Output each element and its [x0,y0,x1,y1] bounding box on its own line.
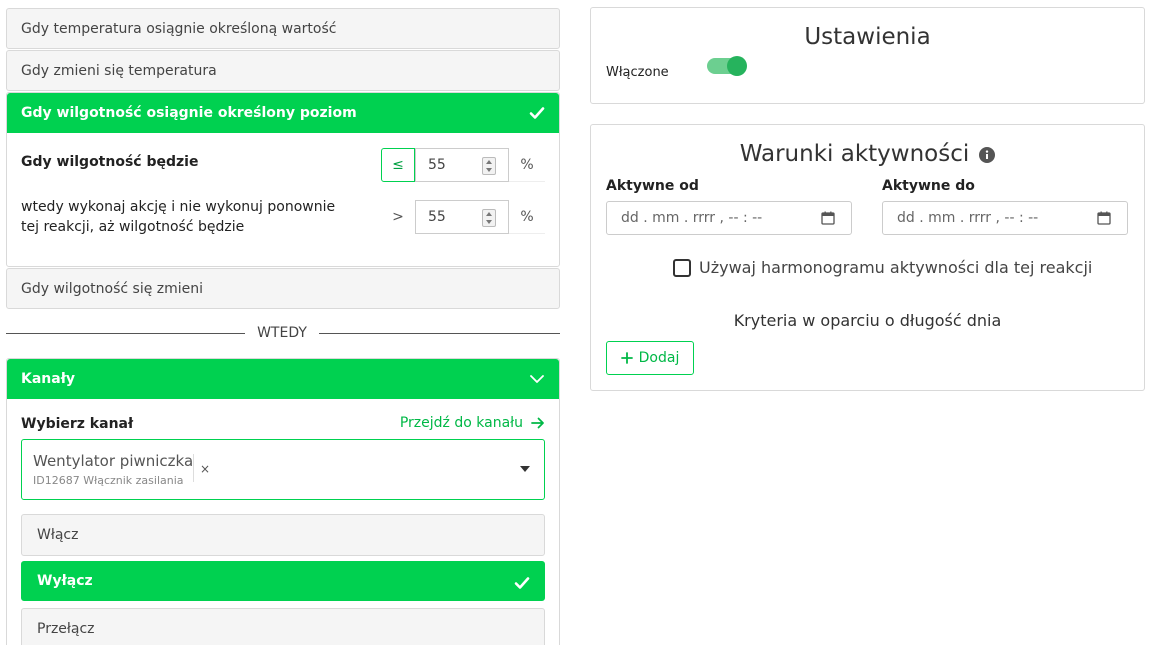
humidity-when-input[interactable]: 55 [415,148,509,182]
condition-label: Gdy temperatura osiągnie określoną warto… [21,21,337,37]
calendar-icon[interactable] [821,211,835,225]
condition-label: Gdy wilgotność osiągnie określony poziom [21,105,357,121]
condition-humidity-reaches: Gdy wilgotność osiągnie określony poziom… [6,92,560,267]
arrow-right-icon [531,417,544,429]
action-option-off[interactable]: Wyłącz [21,561,545,601]
humidity-then-input[interactable]: 55 [415,200,509,234]
activity-title-row: Warunki aktywności [591,141,1144,167]
schedule-checkbox[interactable] [673,258,691,277]
action-option-toggle[interactable]: Przełącz [21,608,545,645]
check-icon [514,577,530,589]
action-label: Wyłącz [37,573,93,589]
operator-select[interactable]: ≤ [381,148,415,182]
action-label: Przełącz [37,621,95,637]
unit-label: % [509,200,545,234]
calendar-icon[interactable] [1097,211,1111,225]
input-value: 55 [428,209,446,225]
humidity-then-group: > 55 % [381,200,545,234]
add-criteria-button[interactable]: Dodaj [606,341,694,375]
channel-name: Wentylator piwniczka [33,452,194,470]
humidity-when-label: Gdy wilgotność będzie [21,154,199,170]
date-placeholder: dd . mm . rrrr , -- : -- [621,210,763,226]
action-label: Włącz [37,527,79,543]
condition-label: Gdy wilgotność się zmieni [21,281,204,297]
channels-title: Kanały [21,371,76,387]
channel-subtitle: ID12687 Włącznik zasilania [33,474,184,487]
spinner-icon[interactable] [482,157,496,175]
channels-header[interactable]: Kanały [7,359,559,399]
activity-panel: Warunki aktywności Aktywne od dd . mm . … [590,124,1145,391]
chevron-down-icon [530,375,544,383]
activity-title: Warunki aktywności [739,141,970,167]
spinner-icon[interactable] [482,209,496,227]
active-from-label: Aktywne od [606,178,699,194]
divider-label: WTEDY [245,323,319,343]
schedule-label: Używaj harmonogramu aktywności dla tej r… [699,258,1093,277]
info-icon[interactable] [979,146,996,163]
caret-down-icon[interactable] [520,466,530,472]
select-separator [193,454,194,482]
enabled-toggle[interactable] [707,56,747,76]
active-from-input[interactable]: dd . mm . rrrr , -- : -- [606,201,852,235]
active-to-input[interactable]: dd . mm . rrrr , -- : -- [882,201,1128,235]
settings-title: Ustawienia [804,24,931,50]
condition-humidity-reaches-header[interactable]: Gdy wilgotność osiągnie określony poziom [7,93,559,133]
condition-label: Gdy zmieni się temperatura [21,63,217,79]
operator-select[interactable]: > [381,200,415,234]
date-placeholder: dd . mm . rrrr , -- : -- [897,210,1039,226]
channel-select[interactable]: Wentylator piwniczka ID12687 Włącznik za… [21,439,545,500]
humidity-then-label: wtedy wykonaj akcję i nie wykonuj ponown… [21,199,336,235]
select-channel-label: Wybierz kanał [21,416,134,432]
condition-humidity-changes[interactable]: Gdy wilgotność się zmieni [6,268,560,309]
active-to-label: Aktywne do [882,178,975,194]
settings-panel: Ustawienia Włączone [590,7,1145,104]
unit-label: % [509,148,545,182]
humidity-when-group: ≤ 55 % [381,148,545,182]
condition-temperature-reaches[interactable]: Gdy temperatura osiągnie określoną warto… [6,8,560,49]
check-icon [529,107,545,119]
clear-icon[interactable]: × [200,462,210,476]
goto-channel-text: Przejdź do kanału [399,415,523,431]
condition-temperature-changes[interactable]: Gdy zmieni się temperatura [6,50,560,91]
enabled-label: Włączone [606,65,669,80]
plus-icon [620,352,633,364]
input-value: 55 [428,157,446,173]
action-option-on[interactable]: Włącz [21,514,545,556]
add-label: Dodaj [638,350,680,366]
goto-channel-link[interactable]: Przejdź do kanału [400,415,545,431]
channels-panel: Kanały Wybierz kanał Przejdź do kanału W… [6,358,560,645]
criteria-label: Kryteria w oparciu o długość dnia [733,311,1002,330]
schedule-checkbox-row[interactable]: Używaj harmonogramu aktywności dla tej r… [673,258,1092,277]
